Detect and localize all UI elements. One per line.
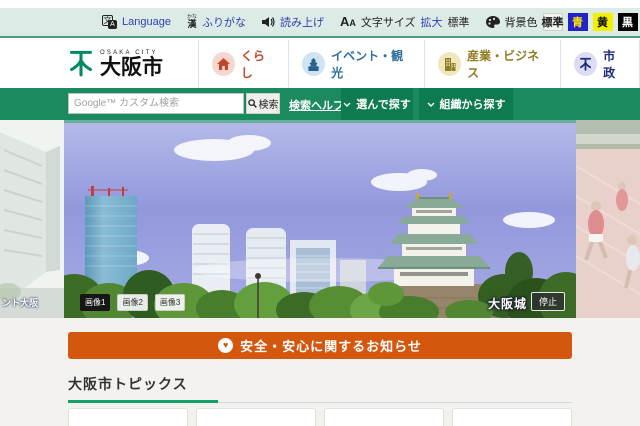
- search-input[interactable]: [68, 93, 244, 114]
- safety-notice-banner[interactable]: ♥ 安全・安心に関するお知らせ: [68, 332, 572, 359]
- search-bar: 検索 検索ヘルプ 選んで探す 組織から探す: [0, 88, 640, 120]
- read-aloud-label[interactable]: 読み上げ: [280, 14, 324, 30]
- heart-icon: ♥: [218, 338, 234, 353]
- castle-icon: [302, 52, 326, 76]
- notice-label: 安全・安心に関するお知らせ: [240, 339, 422, 354]
- font-size-icon: AA: [339, 14, 356, 29]
- topic-card[interactable]: [324, 408, 444, 426]
- nav-item-business[interactable]: 産業・ビジネス: [424, 40, 560, 88]
- magnifier-icon: [247, 99, 257, 108]
- house-icon: [212, 52, 235, 76]
- font-size-enlarge[interactable]: 拡大: [421, 14, 443, 30]
- speaker-icon: [261, 17, 275, 27]
- slide-button-2[interactable]: 画像2: [117, 294, 148, 311]
- osaka-mark-icon: [70, 50, 92, 77]
- furigana-toggle[interactable]: かな 漢 ふりがな: [187, 14, 246, 30]
- logo-japanese: 大阪市: [100, 56, 163, 79]
- hero-carousel: ント大阪 画像1 画像2 画像3 大阪城 停止: [0, 120, 640, 318]
- bg-yellow-button[interactable]: 黄: [592, 13, 613, 31]
- hero-caption: 大阪城: [488, 297, 528, 311]
- accessibility-bar: 文 A Language かな 漢 ふりがな 読み上げ AA 文字サイズ 拡大 …: [0, 8, 640, 38]
- search-help-link[interactable]: 検索ヘルプ: [289, 97, 344, 113]
- main-navigation: くらし イベント・観光 産業・ビジネス 市政: [198, 40, 640, 88]
- slide-selector: 画像1 画像2 画像3: [80, 294, 186, 311]
- language-switcher[interactable]: 文 A Language: [102, 15, 171, 29]
- select-search-button[interactable]: 選んで探す: [341, 88, 413, 120]
- bottom-section: ♥ 安全・安心に関するお知らせ 大阪市トピックス: [0, 318, 640, 426]
- language-label[interactable]: Language: [122, 16, 171, 28]
- language-icon: 文 A: [102, 15, 117, 29]
- palette-icon: [485, 16, 500, 28]
- topics-heading: 大阪市トピックス: [68, 376, 188, 392]
- hero-next-slide-marathon: [565, 120, 640, 318]
- bg-blue-button[interactable]: 青: [567, 13, 588, 31]
- slide-button-3[interactable]: 画像3: [154, 294, 186, 311]
- nav-item-kurashi[interactable]: くらし: [198, 40, 288, 88]
- chevron-down-icon: [427, 102, 434, 107]
- topic-card[interactable]: [196, 408, 316, 426]
- carousel-stop-button[interactable]: 停止: [531, 292, 566, 311]
- chevron-down-icon: [343, 102, 351, 107]
- background-color-controls: 背景色 標準 青 黄 黒: [485, 13, 638, 31]
- building-icon: [438, 52, 462, 76]
- site-header: OSAKA CITY 大阪市 くらし イベント・観光 産業・ビジネス 市政: [0, 40, 640, 88]
- bg-color-label: 背景色: [504, 17, 538, 29]
- topic-card[interactable]: [452, 408, 572, 426]
- topic-card[interactable]: [68, 408, 188, 426]
- furigana-icon: かな 漢: [186, 14, 197, 29]
- osaka-mark-icon-small: [574, 52, 598, 76]
- topics-section: 大阪市トピックス: [68, 374, 572, 403]
- nav-item-event-tourism[interactable]: イベント・観光: [288, 40, 424, 88]
- bg-standard-button[interactable]: 標準: [542, 13, 564, 31]
- org-search-button[interactable]: 組織から探す: [419, 88, 513, 120]
- font-size-controls: AA 文字サイズ 拡大 標準: [340, 14, 470, 30]
- crystal-tower-illustration: [85, 186, 137, 286]
- hero-previous-slide: ント大阪: [0, 120, 64, 318]
- slide-button-1[interactable]: 画像1: [80, 294, 111, 311]
- read-aloud[interactable]: 読み上げ: [261, 14, 324, 30]
- previous-slide-caption: ント大阪: [2, 298, 39, 308]
- furigana-label[interactable]: ふりがな: [202, 14, 246, 30]
- topics-divider: [68, 400, 572, 403]
- font-size-label: 文字サイズ: [360, 17, 416, 29]
- search-button[interactable]: 検索: [246, 93, 280, 114]
- osaka-city-logo[interactable]: OSAKA CITY 大阪市: [68, 48, 163, 78]
- font-size-standard[interactable]: 標準: [448, 14, 470, 30]
- bg-black-button[interactable]: 黒: [617, 13, 638, 31]
- nav-item-city-government[interactable]: 市政: [560, 40, 640, 88]
- topics-card-row: [68, 408, 572, 426]
- hero-image-osaka-castle: [44, 120, 594, 318]
